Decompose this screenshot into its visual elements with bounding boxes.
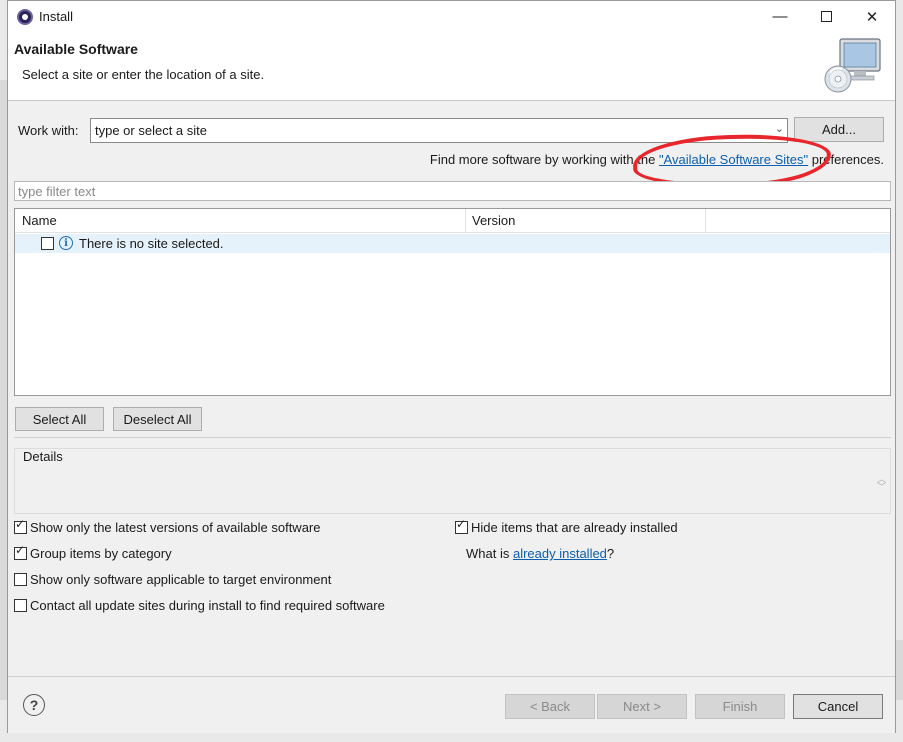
software-table: Name Version i There is no site selected… [14, 208, 891, 396]
latest-versions-checkbox[interactable] [14, 521, 27, 534]
wizard-header: Available Software Select a site or ente… [8, 32, 895, 101]
wizard-content: Work with: type or select a site ⌄ Add..… [8, 101, 895, 677]
window-title: Install [39, 9, 73, 24]
install-wizard-icon [824, 38, 881, 93]
work-with-combo[interactable]: type or select a site ⌄ [90, 118, 788, 143]
filter-input[interactable]: type filter text [14, 181, 891, 201]
finish-button[interactable]: Finish [695, 694, 785, 719]
find-more-software-text: Find more software by working with the "… [429, 152, 884, 167]
option-group-by-category[interactable]: Group items by category [14, 546, 172, 561]
row-checkbox[interactable] [41, 237, 54, 250]
contact-all-sites-checkbox[interactable] [14, 599, 27, 612]
minimize-icon: — [772, 8, 788, 25]
cancel-button[interactable]: Cancel [793, 694, 883, 719]
column-header-version[interactable]: Version [472, 213, 515, 228]
option-contact-all-sites[interactable]: Contact all update sites during install … [14, 598, 385, 613]
background-window-edge-right [895, 640, 903, 700]
deselect-all-button[interactable]: Deselect All [113, 407, 202, 431]
install-dialog: Install — ✕ Available Software Select a … [7, 0, 896, 733]
maximize-button[interactable] [803, 1, 849, 32]
column-divider[interactable] [705, 209, 706, 233]
help-icon[interactable]: ? [23, 694, 45, 716]
info-icon: i [59, 236, 73, 250]
add-site-button[interactable]: Add... [794, 117, 884, 142]
wizard-footer: ? < Back Next > Finish Cancel [8, 676, 895, 733]
page-title: Available Software [14, 41, 138, 57]
what-is-installed-text: What is already installed? [466, 546, 615, 561]
separator [14, 437, 891, 438]
details-label: Details [23, 449, 63, 464]
hide-installed-checkbox[interactable] [455, 521, 468, 534]
eclipse-app-icon [17, 9, 33, 25]
maximize-icon [820, 11, 832, 22]
table-row[interactable]: i There is no site selected. [15, 234, 890, 253]
column-header-name[interactable]: Name [22, 213, 57, 228]
select-all-button[interactable]: Select All [15, 407, 104, 431]
row-text: There is no site selected. [79, 236, 224, 251]
work-with-label: Work with: [18, 123, 79, 138]
applicable-only-checkbox[interactable] [14, 573, 27, 586]
next-button[interactable]: Next > [597, 694, 687, 719]
close-button[interactable]: ✕ [849, 1, 895, 32]
table-header: Name Version [15, 209, 890, 233]
option-applicable-only[interactable]: Show only software applicable to target … [14, 572, 331, 587]
filter-placeholder: type filter text [18, 184, 96, 199]
chevron-down-icon[interactable]: ⌄ [775, 122, 784, 135]
option-latest-versions[interactable]: Show only the latest versions of availab… [14, 520, 321, 535]
work-with-value: type or select a site [95, 123, 207, 138]
details-group: Details ︿ ﹀ [14, 448, 891, 514]
available-software-sites-link[interactable]: "Available Software Sites" [659, 152, 808, 167]
page-description: Select a site or enter the location of a… [22, 67, 265, 82]
group-by-category-checkbox[interactable] [14, 547, 27, 560]
already-installed-link[interactable]: already installed [513, 546, 607, 561]
details-scroll-arrows[interactable]: ︿ ﹀ [877, 475, 886, 492]
close-icon: ✕ [865, 8, 879, 26]
option-hide-installed[interactable]: Hide items that are already installed [455, 520, 678, 535]
title-bar: Install — ✕ [8, 1, 895, 32]
back-button[interactable]: < Back [505, 694, 595, 719]
column-divider[interactable] [465, 209, 466, 233]
minimize-button[interactable]: — [757, 1, 803, 32]
